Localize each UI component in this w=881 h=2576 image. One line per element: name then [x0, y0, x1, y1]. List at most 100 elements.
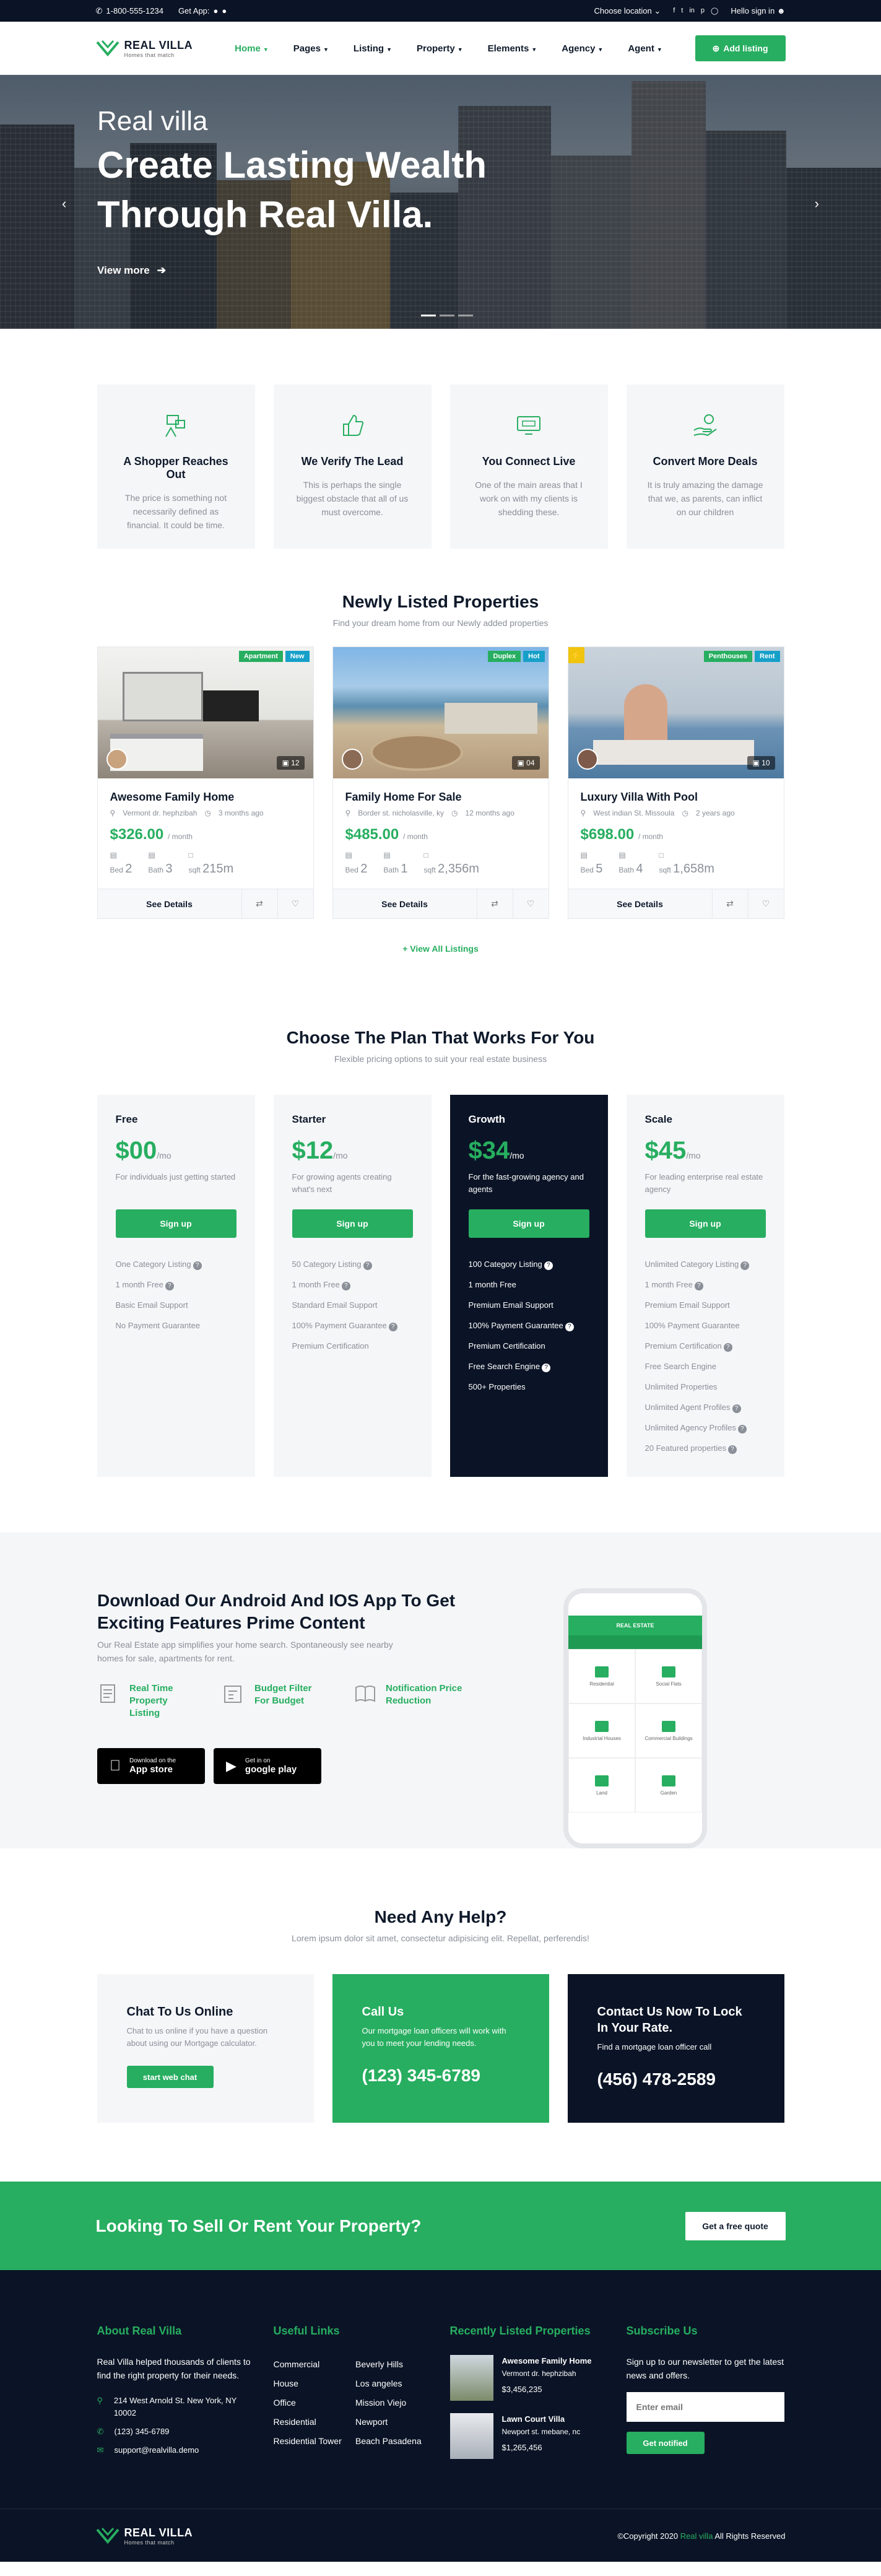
question-icon[interactable]: ?: [565, 1323, 574, 1331]
nav-home[interactable]: Home ▼: [235, 43, 269, 54]
question-icon[interactable]: ?: [544, 1261, 553, 1270]
view-all-listings-link[interactable]: + View All Listings: [0, 944, 881, 954]
question-icon[interactable]: ?: [732, 1404, 741, 1413]
phone-icon: ✆: [95, 6, 103, 15]
facebook-icon[interactable]: f: [673, 7, 675, 15]
start-web-chat-button[interactable]: start web chat: [126, 2066, 214, 2088]
feature-title: We Verify The Lead: [301, 455, 404, 468]
subscribe-text: Sign up to our newsletter to get the lat…: [626, 2357, 784, 2380]
footer-link[interactable]: Newport: [355, 2413, 432, 2432]
footer-bottom: REAL VILLA Homes that match ©Copyright 2…: [0, 2509, 881, 2562]
footer-link[interactable]: Beverly Hills: [355, 2355, 432, 2374]
footer-link[interactable]: Office: [274, 2393, 350, 2413]
recent-property[interactable]: Lawn Court Villa Newport st. mebane, nc $1…: [449, 2413, 608, 2459]
subscribe-email-input[interactable]: [626, 2392, 784, 2422]
question-icon[interactable]: ?: [165, 1282, 174, 1290]
property-image[interactable]: ⚡ Penthouses Rent ▣ 10: [568, 647, 784, 778]
signup-button[interactable]: Sign up: [115, 1209, 237, 1238]
property-image[interactable]: Duplex Hot ▣ 04: [332, 647, 549, 778]
nav-property[interactable]: Property ▼: [417, 43, 463, 54]
recent-property[interactable]: Awesome Family Home Vermont dr. hephzibah…: [449, 2355, 608, 2401]
property-age: 2 years ago: [695, 809, 735, 817]
footer-link[interactable]: Beach Pasadena: [355, 2432, 432, 2451]
slider-dot[interactable]: [458, 315, 473, 316]
footer-email[interactable]: ✉ support@realvilla.demo: [97, 2444, 255, 2456]
agent-avatar[interactable]: [341, 749, 363, 770]
see-details-button[interactable]: See Details: [568, 889, 712, 918]
nav-agency[interactable]: Agency ▼: [562, 43, 603, 54]
slider-dot[interactable]: [421, 315, 436, 316]
heart-icon[interactable]: ♡: [747, 889, 784, 918]
question-icon[interactable]: ?: [737, 1425, 747, 1434]
footer-phone[interactable]: ✆ (123) 345-6789: [97, 2426, 255, 2438]
linkedin-icon[interactable]: in: [689, 7, 695, 15]
footer-link[interactable]: Mission Viejo: [355, 2393, 432, 2413]
slider-dot[interactable]: [440, 315, 454, 316]
chevron-right-icon[interactable]: ›: [815, 196, 819, 212]
phone-contact[interactable]: ✆ 1-800-555-1234: [96, 6, 163, 16]
help-phone[interactable]: (456) 478-2589: [597, 2069, 755, 2089]
compare-icon[interactable]: ⇄: [241, 889, 277, 918]
footer-logo[interactable]: REAL VILLA Homes that match: [95, 2526, 193, 2546]
compare-icon[interactable]: ⇄: [476, 889, 513, 918]
agent-avatar[interactable]: [106, 749, 128, 770]
google-play-button[interactable]: ▶ Get in on google play: [214, 1748, 321, 1784]
help-box-text: Find a mortgage loan officer call: [597, 2042, 712, 2052]
nav-pages[interactable]: Pages ▼: [293, 43, 329, 54]
question-icon[interactable]: ?: [723, 1343, 732, 1352]
help-phone[interactable]: (123) 345-6789: [362, 2066, 519, 2086]
question-icon[interactable]: ?: [542, 1364, 551, 1372]
apple-icon[interactable]: ●: [222, 6, 227, 15]
add-listing-button[interactable]: ⊕ Add listing: [695, 35, 786, 61]
android-icon[interactable]: ●: [214, 6, 219, 15]
copyright-brand[interactable]: Real villa: [680, 2531, 713, 2541]
property-title[interactable]: Awesome Family Home: [110, 791, 301, 804]
phone-category: Social Flats: [635, 1649, 702, 1704]
see-details-button[interactable]: See Details: [333, 889, 477, 918]
nav-listing[interactable]: Listing ▼: [354, 43, 392, 54]
get-notified-button[interactable]: Get notified: [626, 2432, 705, 2454]
heart-icon[interactable]: ♡: [512, 889, 549, 918]
footer-email-text: support@realvilla.demo: [114, 2445, 199, 2455]
view-more-link[interactable]: View more ➔: [97, 264, 518, 277]
question-icon[interactable]: ?: [388, 1323, 397, 1331]
building-icon: [595, 1666, 609, 1677]
signin-link[interactable]: Hello sign in ☻: [731, 6, 785, 15]
free-quote-button[interactable]: Get a free quote: [685, 2211, 786, 2240]
property-image[interactable]: Apartment New ▣ 12: [97, 647, 313, 778]
agent-avatar[interactable]: [576, 749, 598, 770]
app-store-button[interactable]: Download on theApp store: [97, 1748, 205, 1784]
property-title[interactable]: Luxury Villa With Pool: [581, 791, 771, 804]
chevron-left-icon[interactable]: ‹: [62, 196, 66, 212]
see-details-button[interactable]: See Details: [98, 889, 241, 918]
section-subtitle: Lorem ipsum dolor sit amet, consectetur …: [292, 1933, 589, 1943]
signup-button[interactable]: Sign up: [292, 1209, 413, 1238]
question-icon[interactable]: ?: [694, 1282, 703, 1290]
nav-elements[interactable]: Elements ▼: [488, 43, 537, 54]
footer-link[interactable]: Residential: [274, 2413, 350, 2432]
plan-price: $00: [115, 1137, 157, 1164]
footer-link[interactable]: Residential Tower: [274, 2432, 350, 2451]
question-icon[interactable]: ?: [193, 1261, 202, 1270]
footer-link[interactable]: Commercial: [274, 2355, 350, 2374]
footer-heading: Useful Links: [273, 2325, 340, 2337]
question-icon[interactable]: ?: [728, 1445, 737, 1454]
question-icon[interactable]: ?: [740, 1261, 750, 1270]
footer-link[interactable]: House: [274, 2374, 350, 2393]
footer-link[interactable]: Los angeles: [355, 2374, 432, 2393]
signup-button[interactable]: Sign up: [644, 1209, 766, 1238]
site-logo[interactable]: REAL VILLA Homes that match: [95, 38, 193, 58]
twitter-icon[interactable]: t: [681, 7, 683, 15]
question-icon[interactable]: ?: [363, 1261, 372, 1270]
location-select[interactable]: Choose location ⌄: [594, 6, 661, 16]
property-title[interactable]: Family Home For Sale: [345, 791, 536, 804]
pinterest-icon[interactable]: p: [701, 7, 705, 15]
footer-heading: Recently Listed Properties: [449, 2325, 591, 2337]
instagram-icon[interactable]: ◯: [711, 7, 718, 15]
signup-button[interactable]: Sign up: [468, 1209, 589, 1238]
question-icon[interactable]: ?: [341, 1282, 350, 1290]
heart-icon[interactable]: ♡: [277, 889, 313, 918]
compare-icon[interactable]: ⇄: [711, 889, 748, 918]
nav-agent[interactable]: Agent ▼: [628, 43, 662, 54]
bed-count: 2: [125, 862, 132, 876]
